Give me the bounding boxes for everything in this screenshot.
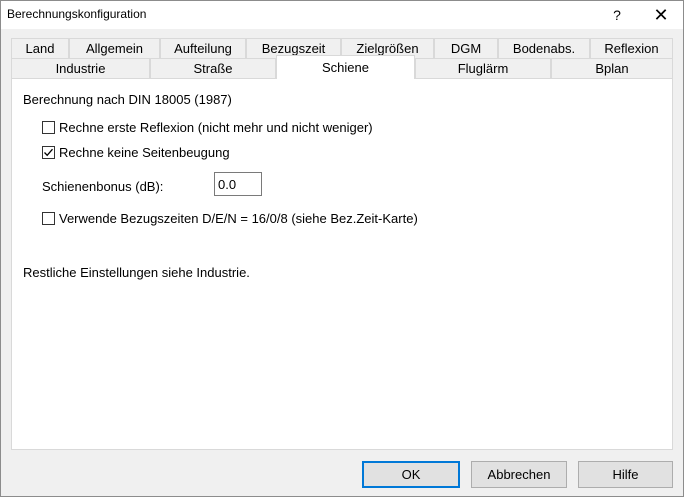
tab-dgm[interactable]: DGM: [434, 38, 498, 58]
panel-heading: Berechnung nach DIN 18005 (1987): [23, 92, 232, 107]
note-text: Restliche Einstellungen siehe Industrie.: [23, 265, 250, 280]
diffraction-checkbox[interactable]: [42, 146, 55, 159]
refperiods-checkbox[interactable]: [42, 212, 55, 225]
refperiods-label[interactable]: Verwende Bezugszeiten D/E/N = 16/0/8 (si…: [59, 211, 418, 226]
window-title: Berechnungskonfiguration: [7, 7, 147, 21]
title-bar: Berechnungskonfiguration ? ✕: [1, 1, 683, 29]
reflection-checkbox[interactable]: [42, 121, 55, 134]
help-icon[interactable]: ?: [597, 1, 637, 29]
tab-panel-schiene: Berechnung nach DIN 18005 (1987) Rechne …: [11, 78, 673, 450]
tab-allgemein[interactable]: Allgemein: [69, 38, 160, 58]
rail-bonus-label: Schienenbonus (dB):: [42, 179, 164, 194]
tab-reflexion[interactable]: Reflexion: [590, 38, 673, 58]
reflection-label[interactable]: Rechne erste Reflexion (nicht mehr und n…: [59, 120, 373, 135]
tab-bodenabs[interactable]: Bodenabs.: [498, 38, 590, 58]
check-mark-icon: [44, 148, 53, 157]
tab-bplan[interactable]: Bplan: [551, 58, 673, 78]
ok-button[interactable]: OK: [362, 461, 460, 488]
rail-bonus-input[interactable]: [214, 172, 262, 196]
tab-land[interactable]: Land: [11, 38, 69, 58]
diffraction-label[interactable]: Rechne keine Seitenbeugung: [59, 145, 230, 160]
tab-industrie[interactable]: Industrie: [11, 58, 150, 78]
tab-schiene[interactable]: Schiene: [276, 55, 415, 79]
tab-aufteilung[interactable]: Aufteilung: [160, 38, 246, 58]
tab-fluglaerm[interactable]: Fluglärm: [415, 58, 551, 78]
dialog-window: Berechnungskonfiguration ? ✕ Land Allgem…: [0, 0, 684, 497]
help-button[interactable]: Hilfe: [578, 461, 673, 488]
tab-row-bottom: Industrie Straße Schiene Fluglärm Bplan: [11, 55, 673, 79]
tab-strasse[interactable]: Straße: [150, 58, 276, 78]
close-icon[interactable]: ✕: [641, 1, 681, 29]
cancel-button[interactable]: Abbrechen: [471, 461, 567, 488]
